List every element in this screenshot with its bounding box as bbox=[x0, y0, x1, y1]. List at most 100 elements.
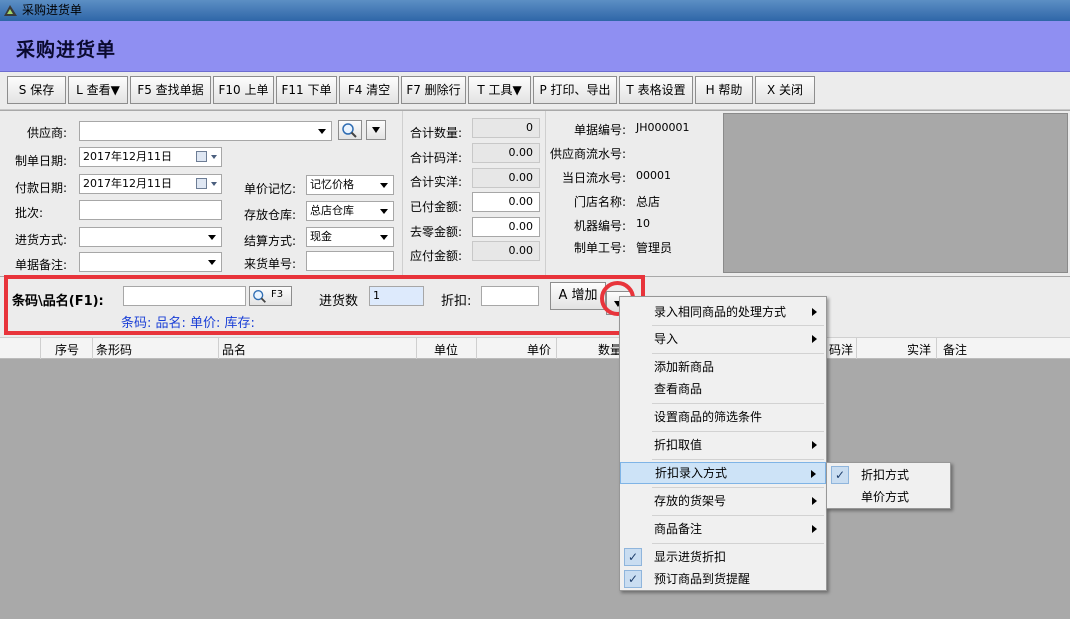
table-settings-button[interactable]: T 表格设置 bbox=[619, 76, 693, 104]
pay-date-label: 付款日期: bbox=[15, 181, 68, 195]
submenu-item-price-mode[interactable]: 单价方式 bbox=[827, 486, 950, 508]
find-document-button[interactable]: F5 查找单据 bbox=[130, 76, 211, 104]
column-header[interactable]: 码洋 bbox=[829, 341, 853, 358]
source-no-input[interactable] bbox=[306, 251, 394, 271]
paid-amount-label: 已付金额: bbox=[410, 200, 463, 214]
menu-item-discount-entry-method[interactable]: 折扣录入方式 bbox=[620, 462, 826, 484]
doc-note-select[interactable] bbox=[79, 252, 222, 272]
chevron-down-icon[interactable] bbox=[211, 182, 217, 186]
view-menu-button[interactable]: L 查看▼ bbox=[68, 76, 128, 104]
menu-item-product-note[interactable]: 商品备注 bbox=[620, 518, 826, 540]
menu-item-label: 折扣录入方式 bbox=[655, 466, 728, 480]
delete-row-button[interactable]: F7 删除行 bbox=[401, 76, 466, 104]
print-export-button[interactable]: P 打印、导出 bbox=[533, 76, 617, 104]
help-button[interactable]: H 帮助 bbox=[695, 76, 753, 104]
next-document-button[interactable]: F11 下单 bbox=[276, 76, 337, 104]
window-title: 采购进货单 bbox=[22, 3, 83, 17]
chevron-right-icon bbox=[811, 470, 816, 478]
supplier-more-button[interactable] bbox=[366, 120, 386, 140]
item-grid-header: 序号 条形码 品名 单位 单价 数量 码洋 实洋 备注 bbox=[0, 337, 1070, 359]
tools-menu-button[interactable]: T 工具▼ bbox=[468, 76, 531, 104]
total-code-price-label: 合计码洋: bbox=[410, 151, 463, 165]
column-header[interactable]: 备注 bbox=[943, 341, 967, 358]
menu-item-preorder-arrival-reminder[interactable]: 预订商品到货提醒 bbox=[620, 568, 826, 590]
menu-separator bbox=[652, 325, 824, 326]
chevron-right-icon bbox=[812, 525, 817, 533]
menu-item-discount-value[interactable]: 折扣取值 bbox=[620, 434, 826, 456]
column-header[interactable]: 实洋 bbox=[907, 341, 931, 358]
menu-item-label: 折扣取值 bbox=[654, 438, 703, 452]
chevron-right-icon bbox=[812, 497, 817, 505]
column-header[interactable]: 序号 bbox=[55, 341, 79, 358]
form-right-panel bbox=[722, 111, 1070, 276]
price-memory-label: 单价记忆: bbox=[244, 182, 297, 196]
doc-no-label: 单据编号: bbox=[574, 123, 627, 137]
batch-input[interactable] bbox=[79, 200, 222, 220]
batch-label: 批次: bbox=[15, 206, 44, 220]
menu-separator bbox=[652, 431, 824, 432]
pay-date-field[interactable]: 2017年12月11日 bbox=[79, 174, 222, 194]
chevron-right-icon bbox=[812, 308, 817, 316]
purchase-method-select[interactable] bbox=[79, 227, 222, 247]
close-button[interactable]: X 关闭 bbox=[755, 76, 815, 104]
settlement-select[interactable]: 现金 bbox=[306, 227, 394, 247]
create-date-value: 2017年12月11日 bbox=[83, 150, 172, 163]
menu-separator bbox=[652, 459, 824, 460]
price-memory-select[interactable]: 记忆价格 bbox=[306, 175, 394, 195]
doc-no-value: JH000001 bbox=[636, 121, 690, 134]
daily-serial-label: 当日流水号: bbox=[562, 171, 627, 185]
total-qty-label: 合计数量: bbox=[410, 126, 463, 140]
settlement-label: 结算方式: bbox=[244, 234, 297, 248]
pay-date-value: 2017年12月11日 bbox=[83, 177, 172, 190]
total-actual-value: 0.00 bbox=[472, 168, 540, 188]
menu-item-import[interactable]: 导入 bbox=[620, 328, 826, 350]
store-name-label: 门店名称: bbox=[574, 195, 627, 209]
paid-amount-input[interactable]: 0.00 bbox=[472, 192, 540, 212]
column-header[interactable]: 品名 bbox=[222, 341, 246, 358]
source-no-label: 来货单号: bbox=[244, 257, 297, 271]
menu-item-shelf-number[interactable]: 存放的货架号 bbox=[620, 490, 826, 512]
submenu-item-discount-mode[interactable]: 折扣方式 bbox=[827, 464, 950, 486]
supplier-label: 供应商: bbox=[27, 126, 68, 140]
total-code-price-value: 0.00 bbox=[472, 143, 540, 163]
previous-document-button[interactable]: F10 上单 bbox=[213, 76, 274, 104]
column-divider bbox=[545, 111, 546, 276]
menu-item-show-purchase-discount[interactable]: 显示进货折扣 bbox=[620, 546, 826, 568]
clear-button[interactable]: F4 清空 bbox=[339, 76, 399, 104]
store-name-value: 总店 bbox=[636, 195, 661, 209]
menu-separator bbox=[652, 353, 824, 354]
menu-separator bbox=[652, 487, 824, 488]
calendar-icon[interactable] bbox=[196, 178, 207, 189]
payable-amount-label: 应付金额: bbox=[410, 249, 463, 263]
column-header[interactable]: 条形码 bbox=[96, 341, 132, 358]
menu-item-add-product[interactable]: 添加新商品 bbox=[620, 356, 826, 378]
save-button[interactable]: S 保存 bbox=[7, 76, 66, 104]
rounding-amount-input[interactable]: 0.00 bbox=[472, 217, 540, 237]
operator-label: 制单工号: bbox=[574, 241, 627, 255]
menu-item-label: 存放的货架号 bbox=[654, 494, 727, 508]
menu-item-filter-conditions[interactable]: 设置商品的筛选条件 bbox=[620, 406, 826, 428]
page-title: 采购进货单 bbox=[16, 39, 117, 61]
chevron-right-icon bbox=[812, 335, 817, 343]
document-form: 供应商: 制单日期: 2017年12月11日 付款日期: 2017年12月11日… bbox=[0, 111, 722, 276]
window-titlebar: 采购进货单 bbox=[0, 0, 1070, 21]
create-date-field[interactable]: 2017年12月11日 bbox=[79, 147, 222, 167]
menu-item-same-product-handling[interactable]: 录入相同商品的处理方式 bbox=[620, 301, 826, 323]
triangle-down-icon bbox=[372, 127, 380, 133]
column-header[interactable]: 单位 bbox=[434, 341, 458, 358]
daily-serial-value: 00001 bbox=[636, 169, 671, 182]
supplier-select[interactable] bbox=[79, 121, 332, 141]
menu-item-label: 商品备注 bbox=[654, 522, 703, 536]
warehouse-select[interactable]: 总店仓库 bbox=[306, 201, 394, 221]
chevron-down-icon[interactable] bbox=[211, 155, 217, 159]
app-icon bbox=[4, 5, 17, 16]
column-header[interactable]: 单价 bbox=[527, 341, 551, 358]
supplier-search-button[interactable] bbox=[338, 120, 362, 140]
menu-item-view-product[interactable]: 查看商品 bbox=[620, 378, 826, 400]
page-header: 采购进货单 bbox=[0, 21, 1070, 72]
menu-separator bbox=[652, 543, 824, 544]
rounding-amount-label: 去零金额: bbox=[410, 225, 463, 239]
calendar-icon[interactable] bbox=[196, 151, 207, 162]
entry-highlight-annotation bbox=[4, 275, 645, 335]
machine-no-value: 10 bbox=[636, 217, 650, 230]
